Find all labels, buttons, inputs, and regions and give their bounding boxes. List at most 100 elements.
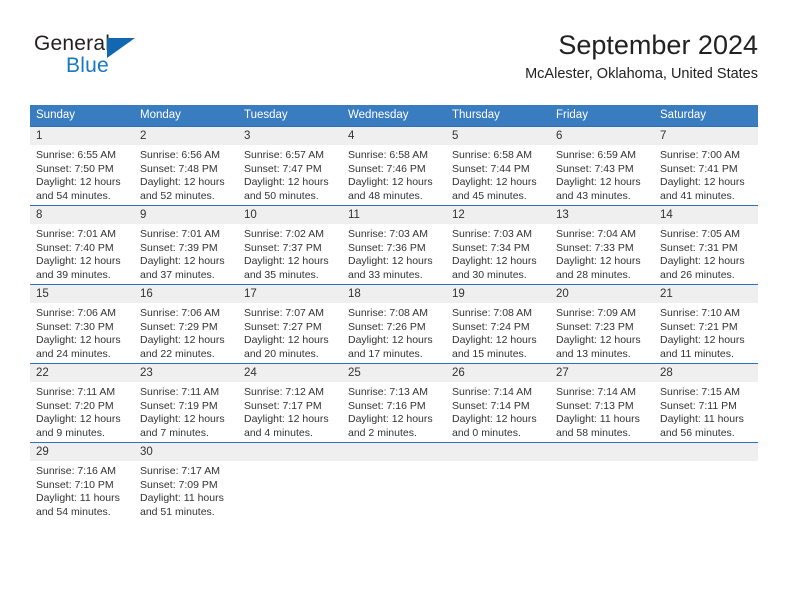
day-cell[interactable]: 10 Sunrise: 7:02 AM Sunset: 7:37 PM Dayl… <box>238 205 342 285</box>
daylight-text-line1: Daylight: 12 hours <box>452 413 537 426</box>
day-cell[interactable]: 17 Sunrise: 7:07 AM Sunset: 7:27 PM Dayl… <box>238 284 342 364</box>
sunset-text: Sunset: 7:20 PM <box>36 399 114 412</box>
day-cell[interactable]: 29 Sunrise: 7:16 AM Sunset: 7:10 PM Dayl… <box>30 442 134 521</box>
day-cell[interactable]: 27 Sunrise: 7:14 AM Sunset: 7:13 PM Dayl… <box>550 363 654 443</box>
day-number: 13 <box>550 206 654 224</box>
day-cell[interactable]: 21 Sunrise: 7:10 AM Sunset: 7:21 PM Dayl… <box>654 284 758 364</box>
sunrise-text: Sunrise: 7:02 AM <box>244 228 324 240</box>
day-cell[interactable]: 28 Sunrise: 7:15 AM Sunset: 7:11 PM Dayl… <box>654 363 758 443</box>
day-number <box>238 443 342 461</box>
day-details: Sunrise: 6:58 AM Sunset: 7:46 PM Dayligh… <box>342 145 446 203</box>
day-cell[interactable]: 8 Sunrise: 7:01 AM Sunset: 7:40 PM Dayli… <box>30 205 134 285</box>
daylight-text-line2: and 43 minutes. <box>556 189 631 202</box>
day-cell[interactable]: 24 Sunrise: 7:12 AM Sunset: 7:17 PM Dayl… <box>238 363 342 443</box>
day-cell[interactable]: 13 Sunrise: 7:04 AM Sunset: 7:33 PM Dayl… <box>550 205 654 285</box>
daylight-text-line1: Daylight: 12 hours <box>140 255 225 268</box>
sunset-text: Sunset: 7:30 PM <box>36 320 114 333</box>
sunset-text: Sunset: 7:14 PM <box>452 399 530 412</box>
day-cell[interactable]: 23 Sunrise: 7:11 AM Sunset: 7:19 PM Dayl… <box>134 363 238 443</box>
day-cell[interactable]: 11 Sunrise: 7:03 AM Sunset: 7:36 PM Dayl… <box>342 205 446 285</box>
daylight-text-line2: and 39 minutes. <box>36 268 111 281</box>
sunrise-text: Sunrise: 7:00 AM <box>660 149 740 161</box>
day-cell[interactable]: 30 Sunrise: 7:17 AM Sunset: 7:09 PM Dayl… <box>134 442 238 521</box>
weekday-header-saturday: Saturday <box>654 105 758 127</box>
daylight-text-line2: and 45 minutes. <box>452 189 527 202</box>
day-details: Sunrise: 7:01 AM Sunset: 7:39 PM Dayligh… <box>134 224 238 282</box>
day-details: Sunrise: 7:11 AM Sunset: 7:19 PM Dayligh… <box>134 382 238 440</box>
day-cell[interactable]: 19 Sunrise: 7:08 AM Sunset: 7:24 PM Dayl… <box>446 284 550 364</box>
day-cell[interactable]: 26 Sunrise: 7:14 AM Sunset: 7:14 PM Dayl… <box>446 363 550 443</box>
daylight-text-line2: and 26 minutes. <box>660 268 735 281</box>
daylight-text-line2: and 54 minutes. <box>36 189 111 202</box>
day-cell[interactable]: 7 Sunrise: 7:00 AM Sunset: 7:41 PM Dayli… <box>654 126 758 206</box>
day-number: 2 <box>134 127 238 145</box>
day-number: 29 <box>30 443 134 461</box>
day-number <box>654 443 758 461</box>
day-details: Sunrise: 7:14 AM Sunset: 7:14 PM Dayligh… <box>446 382 550 440</box>
day-cell[interactable]: 1 Sunrise: 6:55 AM Sunset: 7:50 PM Dayli… <box>30 126 134 206</box>
day-number: 21 <box>654 285 758 303</box>
day-cell[interactable]: 5 Sunrise: 6:58 AM Sunset: 7:44 PM Dayli… <box>446 126 550 206</box>
sunset-text: Sunset: 7:17 PM <box>244 399 322 412</box>
daylight-text-line1: Daylight: 12 hours <box>556 176 641 189</box>
daylight-text-line1: Daylight: 12 hours <box>36 413 121 426</box>
day-cell[interactable]: 25 Sunrise: 7:13 AM Sunset: 7:16 PM Dayl… <box>342 363 446 443</box>
day-details: Sunrise: 6:57 AM Sunset: 7:47 PM Dayligh… <box>238 145 342 203</box>
day-cell[interactable]: 6 Sunrise: 6:59 AM Sunset: 7:43 PM Dayli… <box>550 126 654 206</box>
sunset-text: Sunset: 7:44 PM <box>452 162 530 175</box>
sunrise-text: Sunrise: 7:08 AM <box>348 307 428 319</box>
day-cell[interactable]: 12 Sunrise: 7:03 AM Sunset: 7:34 PM Dayl… <box>446 205 550 285</box>
day-cell[interactable]: 15 Sunrise: 7:06 AM Sunset: 7:30 PM Dayl… <box>30 284 134 364</box>
sunrise-text: Sunrise: 6:55 AM <box>36 149 116 161</box>
day-details: Sunrise: 7:03 AM Sunset: 7:36 PM Dayligh… <box>342 224 446 282</box>
day-details: Sunrise: 7:08 AM Sunset: 7:24 PM Dayligh… <box>446 303 550 361</box>
day-cell-empty <box>654 442 758 521</box>
sunset-text: Sunset: 7:24 PM <box>452 320 530 333</box>
day-cell[interactable]: 14 Sunrise: 7:05 AM Sunset: 7:31 PM Dayl… <box>654 205 758 285</box>
day-cell[interactable]: 2 Sunrise: 6:56 AM Sunset: 7:48 PM Dayli… <box>134 126 238 206</box>
day-number: 30 <box>134 443 238 461</box>
brand-logo[interactable]: General Blue <box>34 32 174 88</box>
sunset-text: Sunset: 7:41 PM <box>660 162 738 175</box>
day-cell[interactable]: 4 Sunrise: 6:58 AM Sunset: 7:46 PM Dayli… <box>342 126 446 206</box>
sunrise-text: Sunrise: 7:01 AM <box>36 228 116 240</box>
day-number: 19 <box>446 285 550 303</box>
sunrise-text: Sunrise: 7:01 AM <box>140 228 220 240</box>
day-number: 27 <box>550 364 654 382</box>
sunset-text: Sunset: 7:39 PM <box>140 241 218 254</box>
daylight-text-line2: and 2 minutes. <box>348 426 417 439</box>
day-cell[interactable]: 20 Sunrise: 7:09 AM Sunset: 7:23 PM Dayl… <box>550 284 654 364</box>
daylight-text-line2: and 13 minutes. <box>556 347 631 360</box>
day-number <box>446 443 550 461</box>
day-cell[interactable]: 9 Sunrise: 7:01 AM Sunset: 7:39 PM Dayli… <box>134 205 238 285</box>
daylight-text-line2: and 58 minutes. <box>556 426 631 439</box>
calendar-week-row: 22 Sunrise: 7:11 AM Sunset: 7:20 PM Dayl… <box>30 363 758 443</box>
day-number: 25 <box>342 364 446 382</box>
daylight-text-line2: and 0 minutes. <box>452 426 521 439</box>
location-subtitle: McAlester, Oklahoma, United States <box>525 66 758 82</box>
page-header: General Blue September 2024 McAlester, O… <box>30 28 758 94</box>
sunset-text: Sunset: 7:31 PM <box>660 241 738 254</box>
calendar-page: General Blue September 2024 McAlester, O… <box>0 0 792 612</box>
day-cell[interactable]: 22 Sunrise: 7:11 AM Sunset: 7:20 PM Dayl… <box>30 363 134 443</box>
day-details: Sunrise: 7:11 AM Sunset: 7:20 PM Dayligh… <box>30 382 134 440</box>
sunset-text: Sunset: 7:43 PM <box>556 162 634 175</box>
sunset-text: Sunset: 7:16 PM <box>348 399 426 412</box>
sunset-text: Sunset: 7:23 PM <box>556 320 634 333</box>
daylight-text-line2: and 7 minutes. <box>140 426 209 439</box>
daylight-text-line1: Daylight: 12 hours <box>140 334 225 347</box>
day-cell[interactable]: 3 Sunrise: 6:57 AM Sunset: 7:47 PM Dayli… <box>238 126 342 206</box>
daylight-text-line2: and 51 minutes. <box>140 505 215 518</box>
weekday-header-thursday: Thursday <box>446 105 550 127</box>
daylight-text-line2: and 24 minutes. <box>36 347 111 360</box>
sunrise-text: Sunrise: 7:16 AM <box>36 465 116 477</box>
sunset-text: Sunset: 7:46 PM <box>348 162 426 175</box>
daylight-text-line2: and 41 minutes. <box>660 189 735 202</box>
day-cell[interactable]: 18 Sunrise: 7:08 AM Sunset: 7:26 PM Dayl… <box>342 284 446 364</box>
day-cell[interactable]: 16 Sunrise: 7:06 AM Sunset: 7:29 PM Dayl… <box>134 284 238 364</box>
sunrise-text: Sunrise: 7:03 AM <box>452 228 532 240</box>
brand-triangle-icon <box>107 38 135 58</box>
daylight-text-line2: and 30 minutes. <box>452 268 527 281</box>
day-details: Sunrise: 7:01 AM Sunset: 7:40 PM Dayligh… <box>30 224 134 282</box>
day-details: Sunrise: 7:17 AM Sunset: 7:09 PM Dayligh… <box>134 461 238 519</box>
